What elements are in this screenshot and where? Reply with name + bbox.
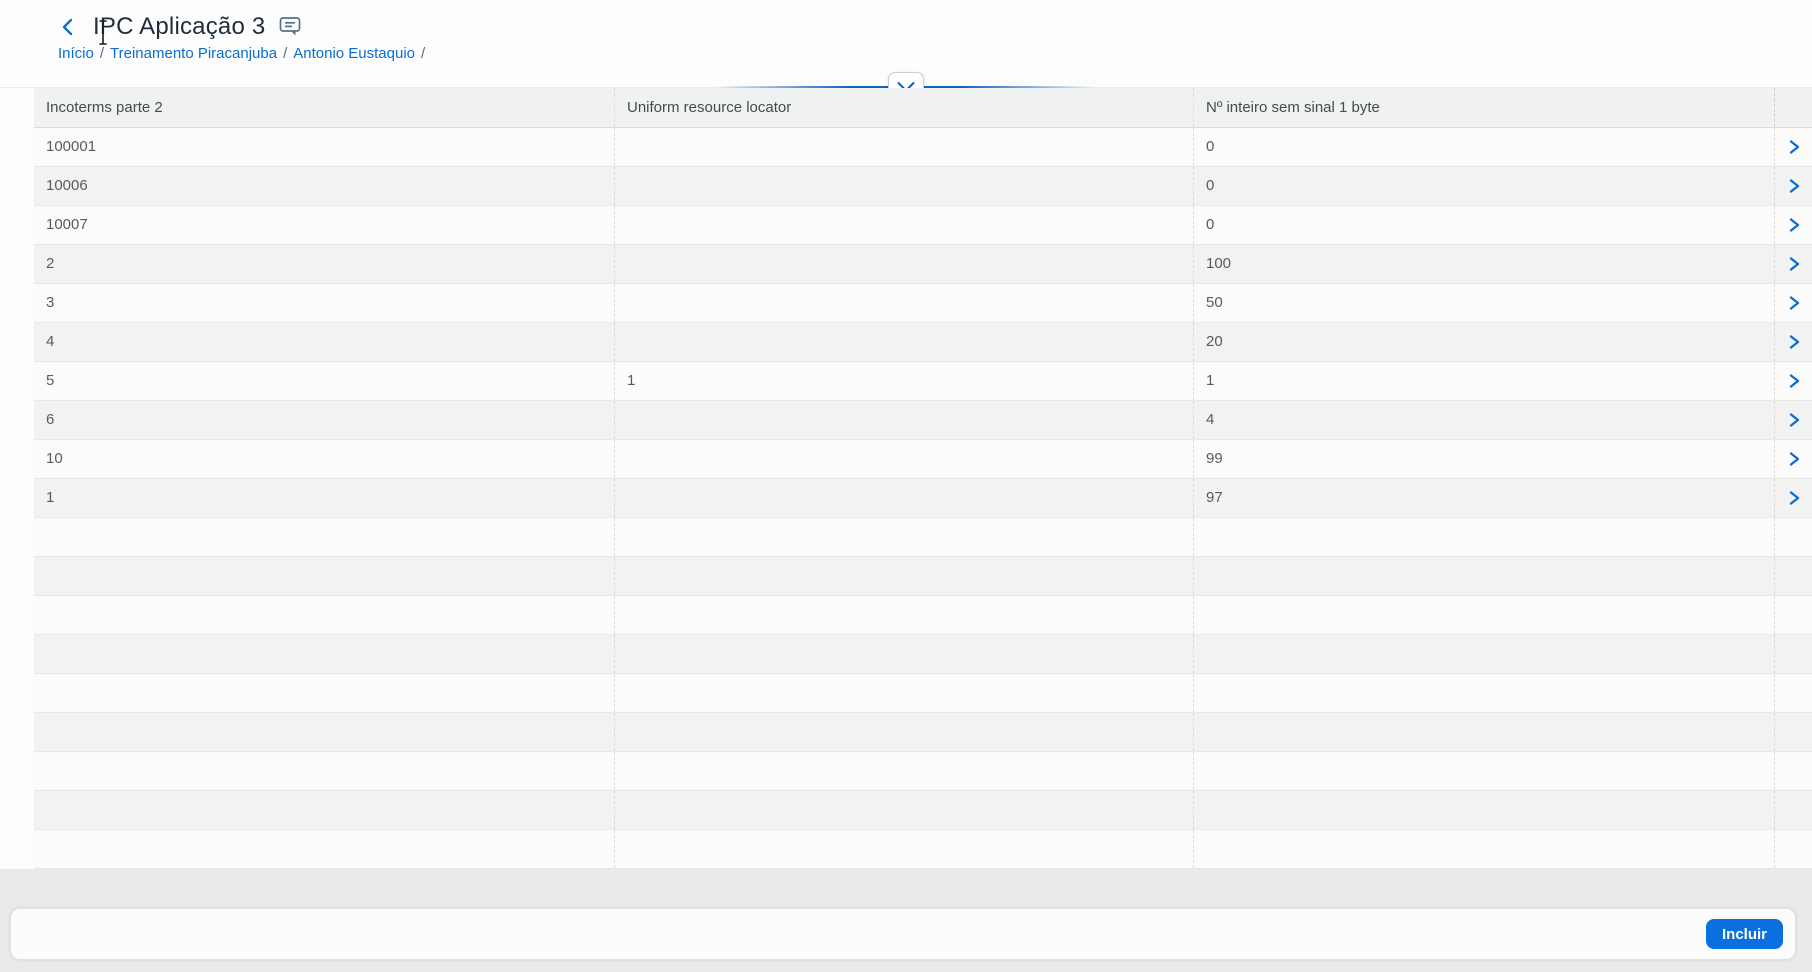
breadcrumb-separator: / — [283, 45, 288, 62]
table-row[interactable]: 2 100 — [34, 245, 1812, 284]
cell-incoterms: 6 — [46, 411, 55, 428]
empty-table-row — [34, 674, 1812, 713]
cell-incoterms: 10007 — [46, 216, 88, 233]
chevron-right-icon — [1789, 452, 1799, 466]
cell-incoterms: 10 — [46, 450, 63, 467]
column-header-incoterms[interactable]: Incoterms parte 2 — [34, 88, 614, 127]
cell-incoterms: 100001 — [46, 138, 97, 155]
cell-uint8: 0 — [1193, 206, 1774, 244]
empty-table-row — [34, 791, 1812, 830]
cell-url — [614, 401, 1193, 439]
column-header-url[interactable]: Uniform resource locator — [614, 88, 1193, 127]
table-row[interactable]: 10 99 — [34, 440, 1812, 479]
empty-table-row — [34, 752, 1812, 791]
comment-button[interactable] — [278, 16, 302, 38]
cell-url — [614, 167, 1193, 205]
cell-uint8: 20 — [1193, 323, 1774, 361]
column-header-nav — [1774, 88, 1812, 127]
breadcrumb-link-inicio[interactable]: Início — [58, 45, 94, 62]
chevron-right-icon — [1789, 491, 1799, 505]
cell-url — [614, 284, 1193, 322]
cell-url — [614, 479, 1193, 517]
row-navigate-button[interactable] — [1774, 401, 1812, 439]
table-row[interactable]: 10007 0 — [34, 206, 1812, 245]
incluir-button[interactable]: Incluir — [1705, 919, 1783, 949]
cell-uint8: 0 — [1193, 128, 1774, 166]
cell-uint8: 4 — [1193, 401, 1774, 439]
cell-incoterms: 5 — [46, 372, 55, 389]
cell-uint8: 100 — [1193, 245, 1774, 283]
chevron-right-icon — [1789, 335, 1799, 349]
table-row[interactable]: 5 1 1 — [34, 362, 1812, 401]
page-title: IPC Aplicação 3 — [93, 13, 266, 40]
row-navigate-button[interactable] — [1774, 284, 1812, 322]
empty-table-row — [34, 635, 1812, 674]
chevron-right-icon — [1789, 179, 1799, 193]
chevron-right-icon — [1789, 218, 1799, 232]
table-row[interactable]: 100001 0 — [34, 128, 1812, 167]
text-cursor-icon — [99, 20, 107, 45]
table-header-row: Incoterms parte 2 Uniform resource locat… — [34, 88, 1812, 128]
title-line: IPC Aplicação 3 — [56, 13, 302, 45]
table-row[interactable]: 10006 0 — [34, 167, 1812, 206]
cell-url — [614, 323, 1193, 361]
chevron-right-icon — [1789, 413, 1799, 427]
empty-table-row — [34, 518, 1812, 557]
cell-incoterms: 10006 — [46, 177, 88, 194]
cell-url: 1 — [614, 362, 1193, 400]
cell-url — [614, 128, 1193, 166]
footer-bar: Incluir — [10, 908, 1796, 960]
table-row[interactable]: 6 4 — [34, 401, 1812, 440]
breadcrumb: Início / Treinamento Piracanjuba / Anton… — [58, 45, 425, 62]
table-row[interactable]: 3 50 — [34, 284, 1812, 323]
cell-uint8: 0 — [1193, 167, 1774, 205]
empty-table-row — [34, 557, 1812, 596]
cell-uint8: 1 — [1193, 362, 1774, 400]
empty-table-row — [34, 713, 1812, 752]
chevron-right-icon — [1789, 257, 1799, 271]
breadcrumb-link-antonio[interactable]: Antonio Eustaquio — [293, 45, 415, 62]
comment-icon — [279, 17, 301, 36]
breadcrumb-separator: / — [99, 45, 105, 62]
cell-incoterms: 2 — [46, 255, 55, 272]
back-button[interactable] — [56, 15, 80, 39]
row-navigate-button[interactable] — [1774, 167, 1812, 205]
cell-url — [614, 206, 1193, 244]
row-navigate-button[interactable] — [1774, 440, 1812, 478]
row-navigate-button[interactable] — [1774, 245, 1812, 283]
back-chevron-icon — [62, 18, 73, 36]
breadcrumb-link-treinamento[interactable]: Treinamento Piracanjuba — [110, 45, 277, 62]
column-header-uint8[interactable]: Nº inteiro sem sinal 1 byte — [1193, 88, 1774, 127]
empty-table-row — [34, 596, 1812, 635]
data-table: Incoterms parte 2 Uniform resource locat… — [34, 88, 1812, 869]
cell-uint8: 50 — [1193, 284, 1774, 322]
table-row[interactable]: 1 97 — [34, 479, 1812, 518]
table-row[interactable]: 4 20 — [34, 323, 1812, 362]
cell-incoterms: 1 — [46, 489, 55, 506]
chevron-right-icon — [1789, 374, 1799, 388]
cell-uint8: 97 — [1193, 479, 1774, 517]
row-navigate-button[interactable] — [1774, 323, 1812, 361]
chevron-right-icon — [1789, 296, 1799, 310]
cell-incoterms: 3 — [46, 294, 55, 311]
screen: IPC Aplicação 3 Início / Treinamento Pir… — [0, 0, 1812, 972]
row-navigate-button[interactable] — [1774, 362, 1812, 400]
chevron-right-icon — [1789, 140, 1799, 154]
cell-url — [614, 440, 1193, 478]
row-navigate-button[interactable] — [1774, 479, 1812, 517]
cell-url — [614, 245, 1193, 283]
row-navigate-button[interactable] — [1774, 206, 1812, 244]
empty-table-row — [34, 830, 1812, 869]
cell-uint8: 99 — [1193, 440, 1774, 478]
row-navigate-button[interactable] — [1774, 128, 1812, 166]
breadcrumb-separator: / — [421, 45, 426, 62]
cell-incoterms: 4 — [46, 333, 55, 350]
